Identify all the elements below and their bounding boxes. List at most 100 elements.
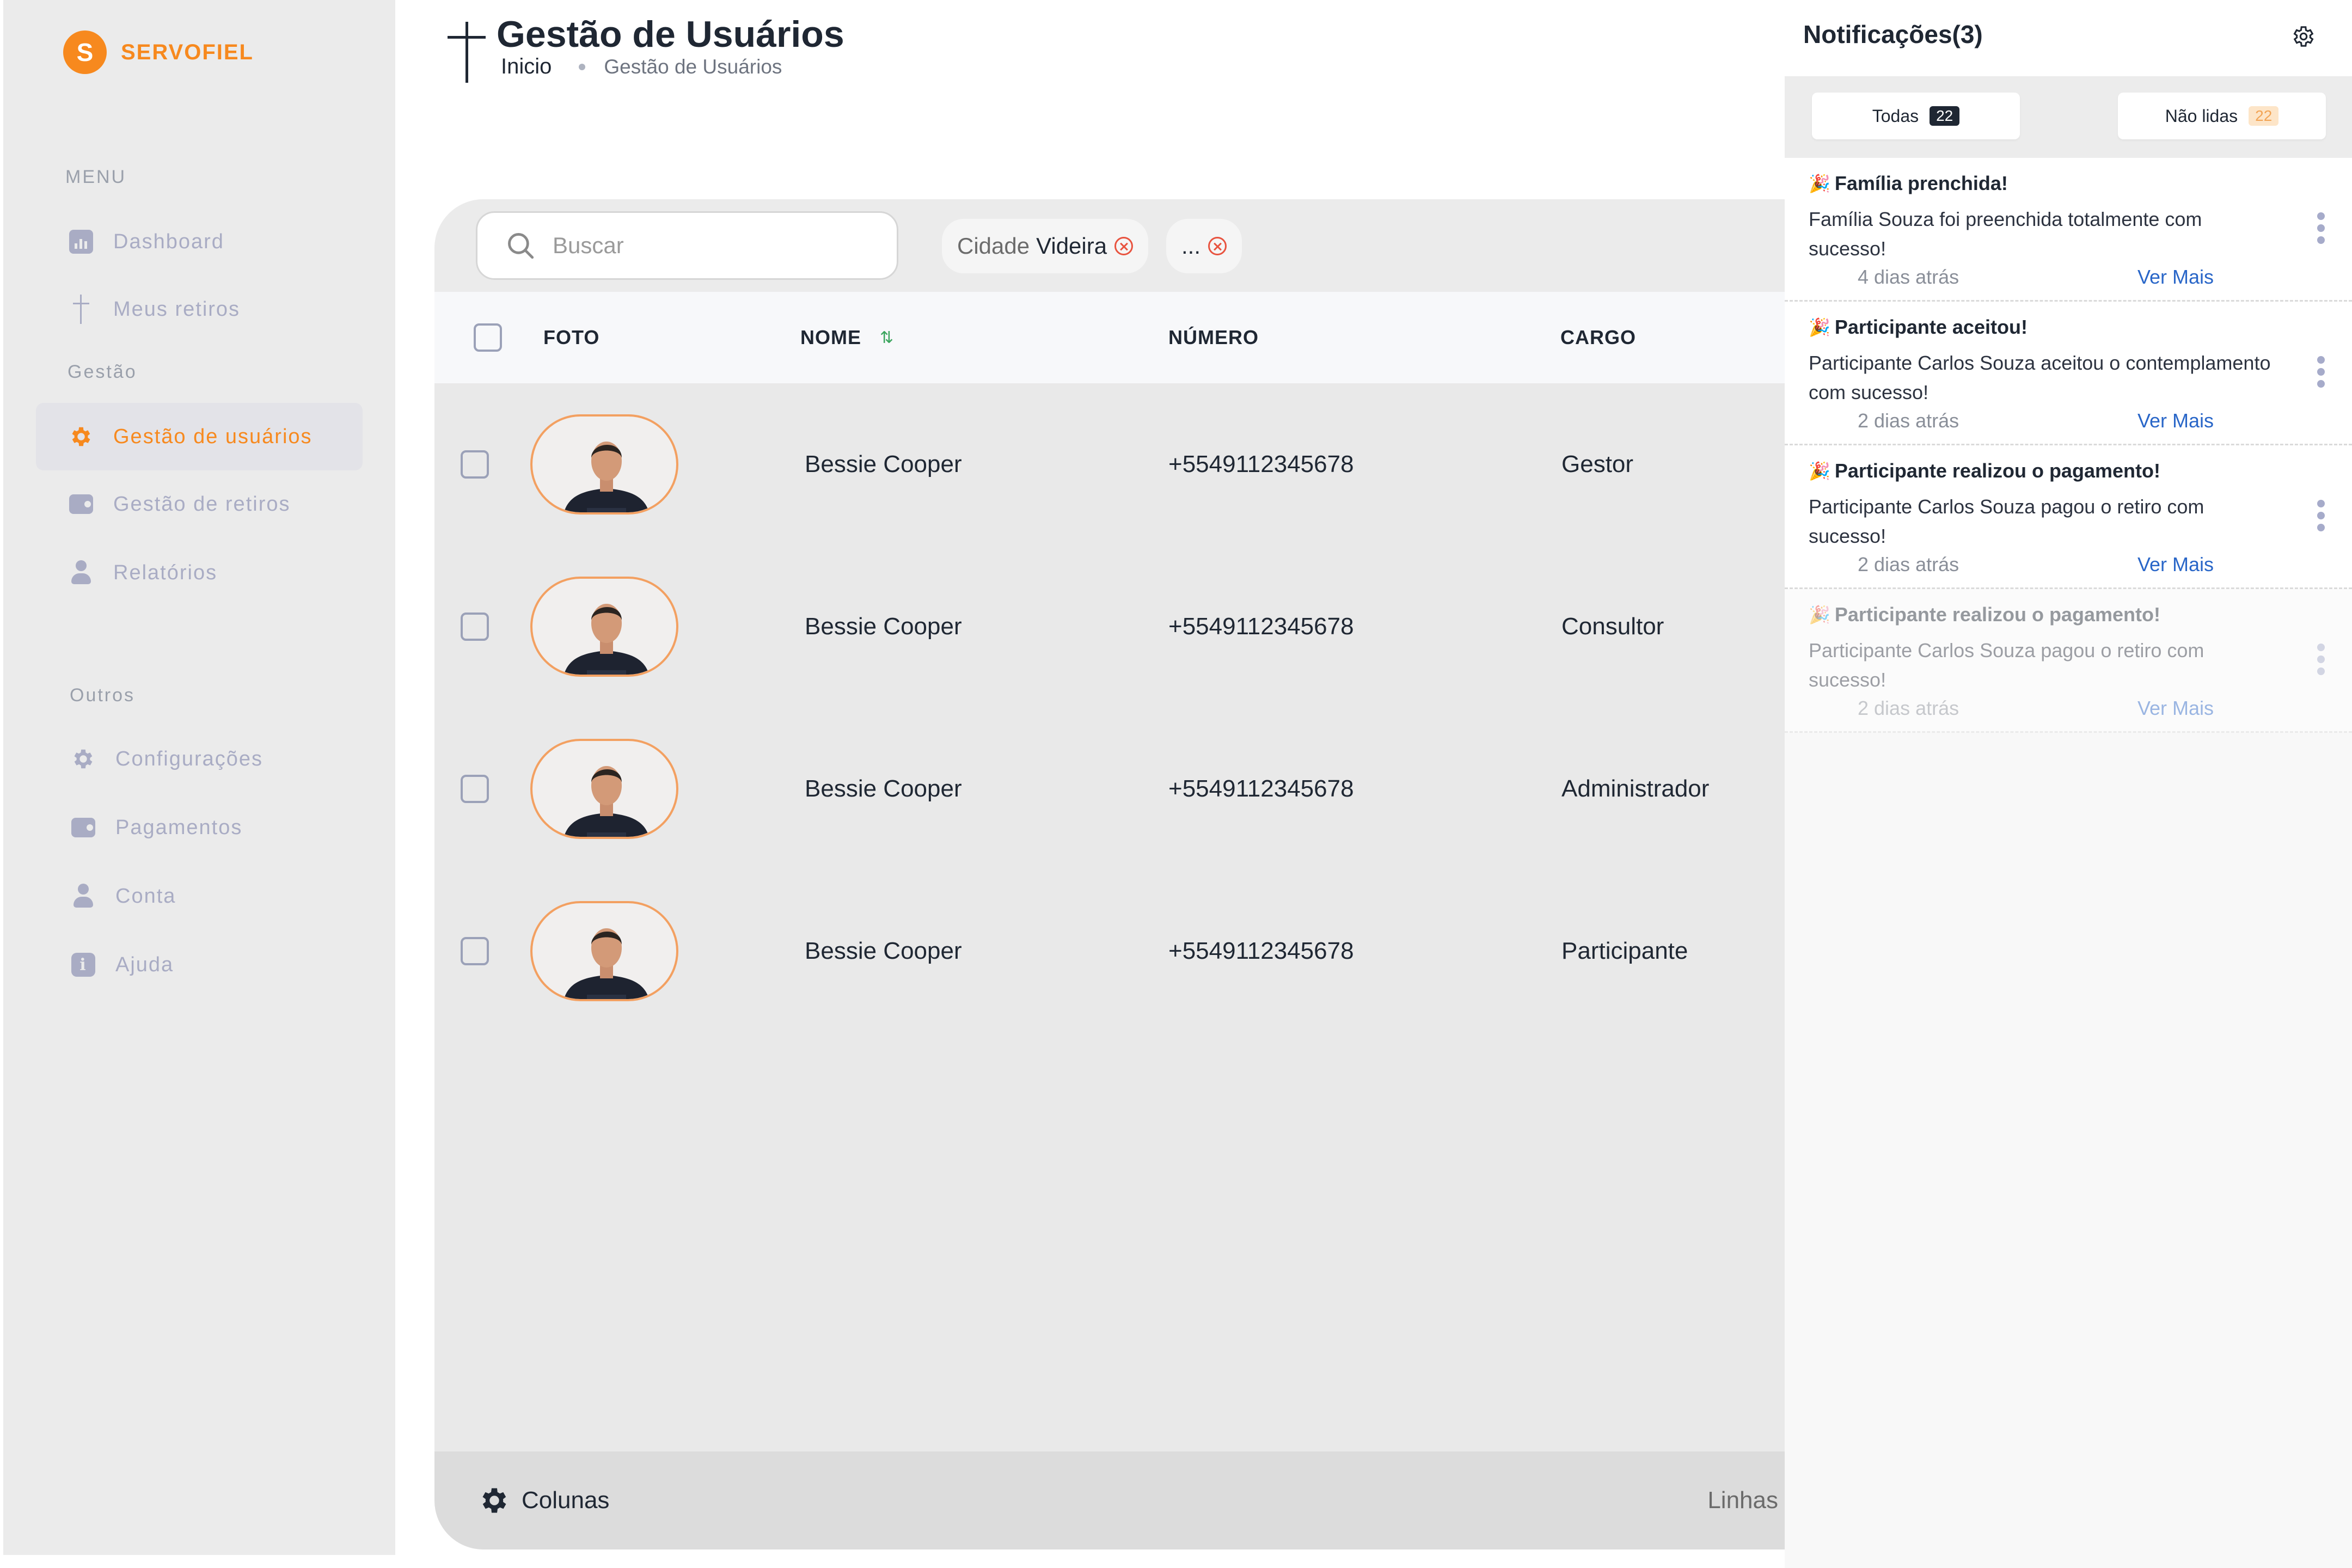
role-cell: Gestor [1561,451,1634,477]
users-table-panel: Cidade Videira ... FOTO NOME ⇅ NÚMERO CA… [434,199,1785,1549]
column-header-cargo: CARGO [1560,326,1636,348]
sidebar-item-label: Dashboard [113,230,224,253]
breadcrumb-home[interactable]: Inicio [501,54,552,79]
sidebar-item-gestao-usuarios[interactable]: Gestão de usuários [36,403,363,470]
sidebar-item-label: Configurações [115,747,264,770]
sidebar-item-label: Conta [115,884,176,908]
notification-item[interactable]: 🎉 Família prenchida! Família Souza foi p… [1785,158,2352,302]
table-toolbar: Cidade Videira ... [434,199,1785,292]
ver-mais-link[interactable]: Ver Mais [2137,697,2214,720]
name-cell: Bessie Cooper [805,775,962,802]
sidebar-item-ajuda[interactable]: i Ajuda [38,931,365,999]
search-box[interactable] [476,211,898,280]
sidebar-item-relatorios[interactable]: Relatórios [36,539,363,607]
ver-mais-link[interactable]: Ver Mais [2137,266,2214,289]
table-row[interactable]: Bessie Cooper +5549112345678 Consultor [434,546,1785,708]
more-options-icon[interactable] [2317,644,2325,675]
photo-cell [530,383,678,546]
columns-button[interactable]: Colunas [478,1451,609,1549]
wallet-icon [71,815,96,840]
row-checkbox[interactable] [461,450,489,479]
sidebar-item-conta[interactable]: Conta [38,862,365,930]
count-badge: 22 [2249,106,2279,126]
search-input[interactable] [553,232,857,259]
table-row[interactable]: Bessie Cooper +5549112345678 Gestor [434,383,1785,546]
notification-title-text: Família prenchida! [1834,172,2008,194]
more-options-icon[interactable] [2317,500,2325,531]
remove-filter-icon[interactable] [1208,237,1227,255]
select-all-checkbox[interactable] [474,323,502,352]
notification-body: Participante Carlos Souza pagou o retiro… [1809,495,2204,547]
sidebar-item-dashboard[interactable]: Dashboard [36,208,363,275]
notification-title-text: Participante aceitou! [1834,316,2028,338]
column-header-nome[interactable]: NOME ⇅ [800,292,894,383]
notification-time: 4 dias atrás [1858,266,1959,288]
row-checkbox[interactable] [461,612,489,641]
remove-filter-icon[interactable] [1114,237,1134,255]
number-cell: +5549112345678 [1168,938,1354,964]
party-popper-icon: 🎉 [1809,174,1830,193]
rows-per-page-label[interactable]: Linhas [1707,1451,1778,1549]
settings-gear-icon[interactable] [2291,24,2316,49]
ver-mais-link[interactable]: Ver Mais [2137,553,2214,576]
name-cell: Bessie Cooper [805,613,962,640]
filter-chip-more[interactable]: ... [1166,219,1242,273]
role-cell: Consultor [1561,613,1664,640]
notification-time: 2 dias atrás [1858,553,1959,575]
notification-title: 🎉 Participante realizou o pagamento! [1809,460,2160,482]
gestao-section-label: Gestão [68,362,137,382]
table-row[interactable]: Bessie Cooper +5549112345678 Participant… [434,870,1785,1032]
tab-label: Todas [1872,106,1919,126]
wallet-icon [69,492,94,517]
more-options-icon[interactable] [2317,212,2325,244]
menu-section-label: MENU [65,167,127,187]
column-header-label: NOME [800,326,861,348]
notification-item[interactable]: 🎉 Participante realizou o pagamento! Par… [1785,445,2352,589]
row-checkbox[interactable] [461,937,489,965]
filter-value: ... [1181,233,1201,259]
sidebar-item-label: Ajuda [115,953,174,976]
sidebar-item-label: Gestão de retiros [113,492,291,516]
count-badge: 22 [1930,106,1960,126]
tab-nao-lidas[interactable]: Não lidas 22 [2118,93,2326,139]
notifications-title: Notificações(3) [1803,20,1983,48]
role-cell: Administrador [1561,775,1710,802]
brand[interactable]: S SERVOFIEL [63,30,254,74]
sidebar-item-configuracoes[interactable]: Configurações [38,725,365,793]
number-cell: +5549112345678 [1168,451,1354,477]
sidebar-item-label: Pagamentos [115,816,243,839]
notification-time: 2 dias atrás [1858,409,1959,432]
user-icon [71,884,96,909]
notification-item[interactable]: 🎉 Participante realizou o pagamento! Par… [1785,589,2352,733]
page-title: Gestão de Usuários [497,14,844,55]
row-checkbox-cell [461,870,489,1032]
sidebar: S SERVOFIEL MENU Dashboard Meus retiros … [3,0,395,1555]
tab-todas[interactable]: Todas 22 [1812,93,2020,139]
notification-item[interactable]: 🎉 Participante aceitou! Participante Car… [1785,302,2352,445]
row-checkbox[interactable] [461,775,489,803]
chart-icon [69,229,94,254]
table-row[interactable]: Bessie Cooper +5549112345678 Administrad… [434,708,1785,870]
ver-mais-link[interactable]: Ver Mais [2137,409,2214,432]
party-popper-icon: 🎉 [1809,605,1830,624]
notification-title-text: Participante realizou o pagamento! [1834,603,2160,626]
sidebar-item-gestao-retiros[interactable]: Gestão de retiros [36,470,363,538]
sidebar-item-label: Meus retiros [113,297,241,321]
filter-chip-cidade[interactable]: Cidade Videira [942,219,1149,273]
column-header-numero: NÚMERO [1168,326,1259,348]
number-cell: +5549112345678 [1168,775,1354,802]
sidebar-item-pagamentos[interactable]: Pagamentos [38,794,365,861]
row-checkbox-cell [461,546,489,708]
notifications-panel: Notificações(3) Todas 22 Não lidas 22 🎉 … [1785,0,2352,1568]
notification-body: Participante Carlos Souza aceitou o cont… [1809,352,2271,403]
party-popper-icon: 🎉 [1809,317,1830,337]
gear-icon [482,1488,506,1513]
avatar [530,901,678,1001]
sort-icon[interactable]: ⇅ [880,328,894,347]
cross-icon [69,295,94,324]
row-checkbox-cell [461,708,489,870]
avatar [530,577,678,677]
more-options-icon[interactable] [2317,356,2325,388]
notification-title: 🎉 Família prenchida! [1809,172,2008,195]
sidebar-item-meus-retiros[interactable]: Meus retiros [36,275,363,343]
